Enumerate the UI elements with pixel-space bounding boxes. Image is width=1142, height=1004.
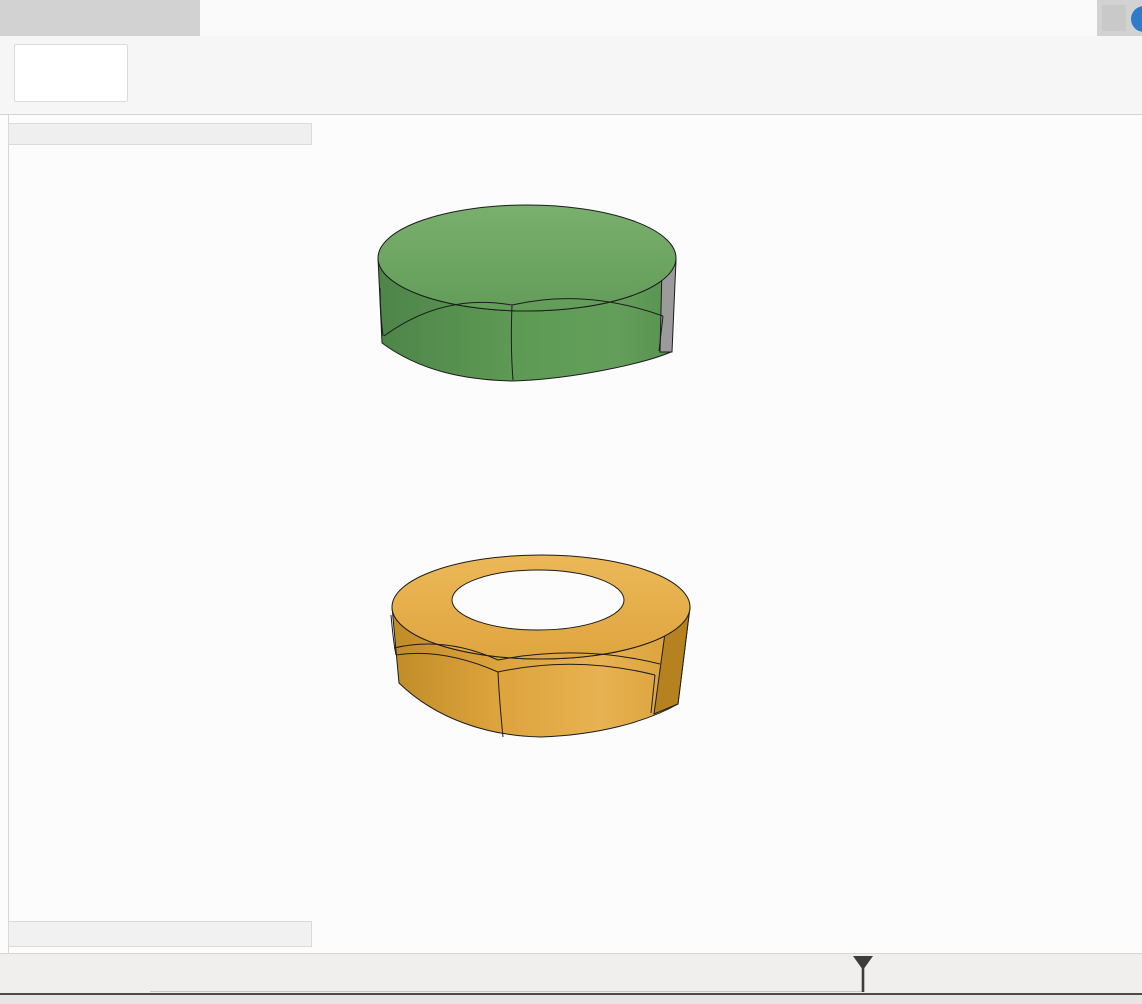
- browser-header[interactable]: [8, 123, 312, 145]
- timeline: [0, 953, 1142, 993]
- workspace-selector[interactable]: [14, 44, 128, 102]
- 3d-model: [0, 115, 1142, 953]
- browser-panel: [8, 123, 312, 150]
- window-bottom-strip: [0, 993, 1142, 1004]
- bolt-head: [378, 205, 676, 381]
- comments-bar[interactable]: [8, 921, 312, 947]
- timeline-baseline: [150, 991, 863, 992]
- nut-body: [391, 555, 690, 737]
- timeline-playhead[interactable]: [851, 955, 875, 993]
- ribbon-toolbar: [0, 36, 1142, 115]
- new-tab-button[interactable]: [1102, 5, 1126, 31]
- title-bar: [0, 0, 1142, 36]
- avatar[interactable]: [1131, 6, 1142, 32]
- document-tab[interactable]: [200, 0, 1097, 36]
